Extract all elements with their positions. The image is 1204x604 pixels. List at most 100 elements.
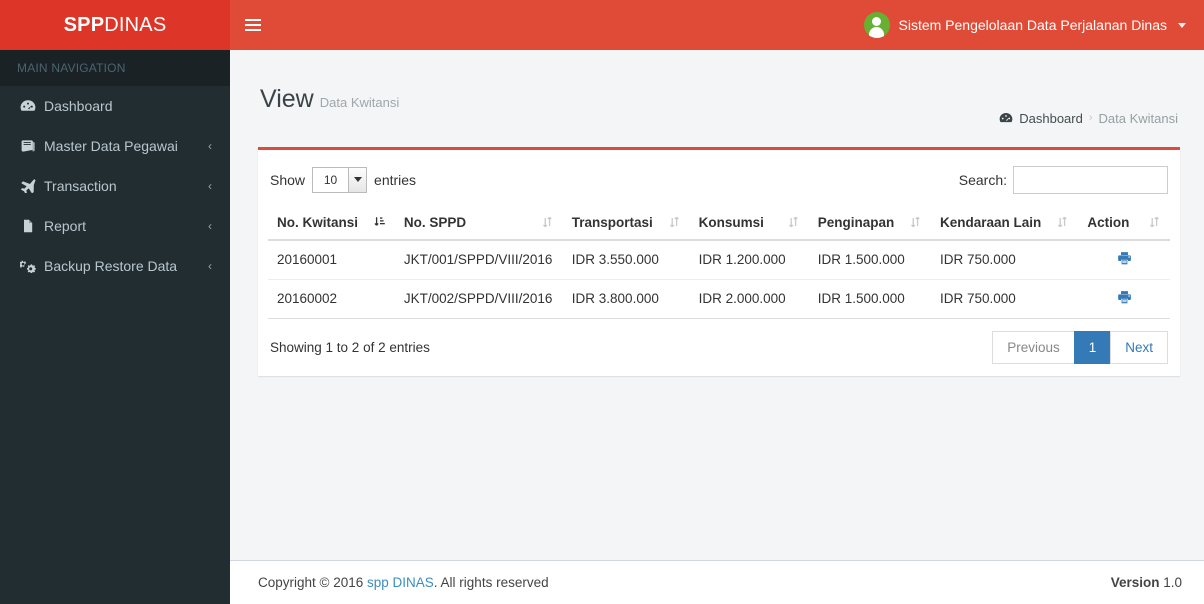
datatable-info: Showing 1 to 2 of 2 entries bbox=[270, 339, 430, 355]
sidebar-item-dashboard[interactable]: Dashboard bbox=[0, 86, 230, 126]
sidebar-item-arrow: ‹ bbox=[208, 179, 212, 193]
breadcrumb-dashboard-link[interactable]: Dashboard bbox=[999, 111, 1083, 126]
cell-action bbox=[1078, 279, 1170, 319]
page-length-value: 10 bbox=[323, 172, 338, 187]
column-label: No. Kwitansi bbox=[277, 214, 359, 230]
show-label: Show bbox=[270, 171, 306, 188]
cell-no-sppd: JKT/002/SPPD/VIII/2016 bbox=[394, 279, 563, 319]
cell-penginapan: IDR 1.500.000 bbox=[808, 279, 932, 319]
page-footer: Copyright © 2016 spp DINAS. All rights r… bbox=[230, 560, 1204, 604]
top-bar: SPP DINAS Sistem Pengelolaan Data Perjal… bbox=[0, 0, 1204, 50]
cell-transportasi: IDR 3.550.000 bbox=[562, 239, 690, 280]
breadcrumb-current: Data Kwitansi bbox=[1098, 110, 1178, 126]
cell-no-kwitansi: 20160002 bbox=[268, 279, 395, 319]
spp-dinas-link[interactable]: spp DINAS bbox=[367, 575, 434, 590]
sort-none-icon bbox=[1057, 216, 1070, 228]
search-input[interactable] bbox=[1013, 165, 1168, 194]
page-title-text: View bbox=[260, 84, 314, 113]
sidebar-item-arrow: ‹ bbox=[208, 219, 212, 233]
page-length-select[interactable]: 10 bbox=[312, 166, 368, 193]
entries-length-control: Show 10 entries bbox=[270, 166, 417, 193]
content-header: View Data Kwitansi Dashboard › Data Kwit… bbox=[258, 66, 1180, 147]
content-wrapper: View Data Kwitansi Dashboard › Data Kwit… bbox=[230, 50, 1204, 604]
content-area: View Data Kwitansi Dashboard › Data Kwit… bbox=[230, 50, 1204, 560]
copyright-suffix: . All rights reserved bbox=[433, 575, 549, 590]
search-label: Search: bbox=[958, 171, 1007, 188]
column-label: No. SPPD bbox=[403, 214, 467, 230]
column-header-penginapan[interactable]: Penginapan bbox=[808, 205, 932, 241]
sidebar-item-transaction[interactable]: Transaction ‹ bbox=[0, 166, 230, 206]
user-menu-label: Sistem Pengelolaan Data Perjalanan Dinas bbox=[898, 17, 1168, 33]
search-control: Search: bbox=[958, 165, 1168, 194]
pagination: Previous 1 Next bbox=[992, 330, 1168, 365]
column-header-action[interactable]: Action bbox=[1078, 205, 1170, 241]
column-label: Kendaraan Lain bbox=[940, 214, 1042, 230]
datatable-controls: Show 10 entries Search: bbox=[268, 158, 1170, 206]
pagination-page-1-button[interactable]: 1 bbox=[1073, 330, 1112, 365]
sort-asc-icon bbox=[374, 216, 387, 228]
column-label: Action bbox=[1087, 214, 1130, 230]
gears-icon bbox=[20, 259, 44, 273]
pagination-previous-button[interactable]: Previous bbox=[992, 330, 1075, 365]
sidebar-item-label: Backup Restore Data bbox=[44, 258, 178, 274]
cell-kendaraan-lain: IDR 750.000 bbox=[931, 279, 1079, 319]
column-header-no-kwitansi[interactable]: No. Kwitansi bbox=[268, 205, 395, 241]
column-label: Transportasi bbox=[571, 214, 653, 230]
copyright-prefix: Copyright © 2016 bbox=[258, 575, 368, 590]
dashboard-icon bbox=[999, 112, 1013, 124]
cell-no-kwitansi: 20160001 bbox=[268, 239, 395, 280]
breadcrumb-separator-icon: › bbox=[1088, 112, 1093, 124]
data-kwitansi-box: Show 10 entries Search: No. Kwitansi No.… bbox=[258, 146, 1180, 377]
breadcrumb: Dashboard › Data Kwitansi bbox=[999, 111, 1178, 129]
chevron-down-icon bbox=[348, 167, 367, 192]
user-menu[interactable]: Sistem Pengelolaan Data Perjalanan Dinas bbox=[854, 0, 1191, 50]
print-icon[interactable] bbox=[1117, 251, 1132, 266]
pagination-next-button[interactable]: Next bbox=[1110, 330, 1168, 365]
column-header-no-sppd[interactable]: No. SPPD bbox=[394, 205, 563, 241]
sidebar-item-arrow: ‹ bbox=[208, 259, 212, 273]
sidebar-item-label: Report bbox=[44, 218, 87, 234]
column-label: Penginapan bbox=[817, 214, 895, 230]
sort-none-icon bbox=[788, 216, 801, 228]
version-text: Version 1.0 bbox=[1111, 575, 1182, 590]
page-subtitle: Data Kwitansi bbox=[319, 94, 400, 110]
brand-logo-bold: SPP bbox=[63, 13, 105, 36]
sidebar-item-label: Master Data Pegawai bbox=[44, 138, 178, 154]
cell-penginapan: IDR 1.500.000 bbox=[808, 239, 932, 280]
breadcrumb-dashboard-label: Dashboard bbox=[1019, 110, 1083, 126]
version-label: Version bbox=[1110, 575, 1160, 590]
table-header-row: No. Kwitansi No. SPPD Transportasi Konsu… bbox=[268, 205, 1170, 241]
sidebar-item-report[interactable]: Report ‹ bbox=[0, 206, 230, 246]
table-row: 20160002 JKT/002/SPPD/VIII/2016 IDR 3.80… bbox=[268, 279, 1170, 319]
sort-none-icon bbox=[910, 216, 923, 228]
copyright-text: Copyright © 2016 spp DINAS. All rights r… bbox=[258, 575, 549, 590]
brand-logo-light: DINAS bbox=[104, 13, 167, 36]
navbar: Sistem Pengelolaan Data Perjalanan Dinas bbox=[230, 0, 1204, 50]
file-icon bbox=[20, 219, 44, 233]
page-title: View Data Kwitansi bbox=[260, 84, 400, 113]
cell-no-sppd: JKT/001/SPPD/VIII/2016 bbox=[394, 239, 563, 280]
sidebar-toggle-button[interactable] bbox=[230, 0, 276, 50]
body-wrapper: MAIN NAVIGATION Dashboard Master Data Pe… bbox=[0, 50, 1204, 604]
cell-action bbox=[1078, 239, 1170, 280]
sort-none-icon bbox=[669, 216, 682, 228]
dashboard-icon bbox=[20, 99, 44, 113]
sidebar-item-arrow: ‹ bbox=[208, 139, 212, 153]
column-header-kendaraan-lain[interactable]: Kendaraan Lain bbox=[931, 205, 1079, 241]
data-kwitansi-table: No. Kwitansi No. SPPD Transportasi Konsu… bbox=[268, 205, 1170, 319]
book-icon bbox=[20, 139, 44, 153]
sidebar: MAIN NAVIGATION Dashboard Master Data Pe… bbox=[0, 50, 230, 604]
app-root: SPP DINAS Sistem Pengelolaan Data Perjal… bbox=[0, 0, 1204, 604]
print-icon[interactable] bbox=[1117, 290, 1132, 305]
table-body: 20160001 JKT/001/SPPD/VIII/2016 IDR 3.55… bbox=[268, 239, 1170, 319]
sidebar-item-backup-restore-data[interactable]: Backup Restore Data ‹ bbox=[0, 246, 230, 286]
entries-label: entries bbox=[374, 171, 417, 188]
brand-logo[interactable]: SPP DINAS bbox=[0, 0, 230, 50]
cell-transportasi: IDR 3.800.000 bbox=[562, 279, 690, 319]
column-header-konsumsi[interactable]: Konsumsi bbox=[689, 205, 809, 241]
table-row: 20160001 JKT/001/SPPD/VIII/2016 IDR 3.55… bbox=[268, 239, 1170, 280]
chevron-down-icon bbox=[1178, 22, 1186, 28]
column-header-transportasi[interactable]: Transportasi bbox=[562, 205, 690, 241]
cell-konsumsi: IDR 2.000.000 bbox=[689, 279, 809, 319]
sidebar-item-master-data-pegawai[interactable]: Master Data Pegawai ‹ bbox=[0, 126, 230, 166]
